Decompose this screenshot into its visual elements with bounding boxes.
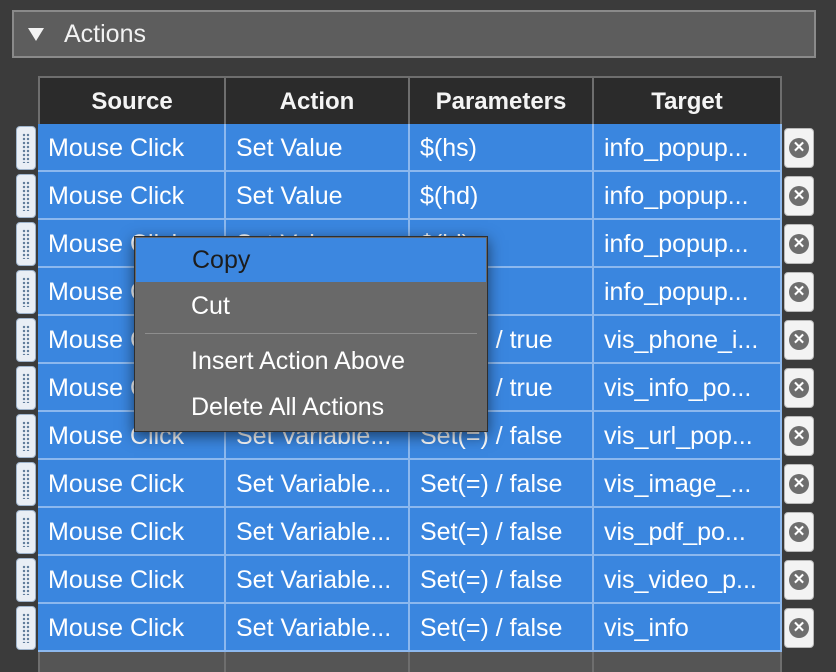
drag-handle-icon[interactable]: [16, 174, 36, 218]
actions-section-header[interactable]: Actions: [12, 10, 816, 58]
table-row[interactable]: Mouse Click Set Variable... Set(=) / false…: [16, 460, 814, 508]
empty-cell: [226, 652, 410, 672]
grip-dots: [22, 373, 30, 403]
action-cell[interactable]: Set Variable...: [226, 556, 410, 604]
drag-handle-icon[interactable]: [16, 558, 36, 602]
drag-handle-icon[interactable]: [16, 606, 36, 650]
target-cell[interactable]: vis_video_p...: [594, 556, 782, 604]
grip-dots: [22, 181, 30, 211]
source-cell[interactable]: Mouse Click: [38, 556, 226, 604]
drag-handle-icon[interactable]: [16, 366, 36, 410]
remove-circle-icon: ✕: [789, 618, 809, 638]
remove-row-button[interactable]: ✕: [784, 320, 814, 360]
drag-handle-icon[interactable]: [16, 270, 36, 314]
remove-row-button[interactable]: ✕: [784, 416, 814, 456]
grip-dots: [22, 565, 30, 595]
source-cell[interactable]: Mouse Click: [38, 172, 226, 220]
target-cell[interactable]: vis_phone_i...: [594, 316, 782, 364]
parameters-cell[interactable]: $(hd): [410, 172, 594, 220]
empty-cell: [410, 652, 594, 672]
grip-dots: [22, 325, 30, 355]
section-title: Actions: [64, 19, 146, 48]
remove-row-button[interactable]: ✕: [784, 128, 814, 168]
source-cell[interactable]: Mouse Click: [38, 460, 226, 508]
remove-circle-icon: ✕: [789, 570, 809, 590]
remove-circle-icon: ✕: [789, 474, 809, 494]
remove-row-button[interactable]: ✕: [784, 464, 814, 504]
empty-cell: [594, 652, 782, 672]
source-cell[interactable]: Mouse Click: [38, 604, 226, 652]
remove-circle-icon: ✕: [789, 138, 809, 158]
disclosure-triangle-icon[interactable]: [28, 27, 44, 41]
column-header-parameters[interactable]: Parameters: [410, 76, 594, 124]
menu-item-delete-all-actions[interactable]: Delete All Actions: [135, 384, 487, 430]
grip-dots: [22, 277, 30, 307]
remove-circle-icon: ✕: [789, 378, 809, 398]
action-cell[interactable]: Set Variable...: [226, 460, 410, 508]
column-header-target[interactable]: Target: [594, 76, 782, 124]
target-cell[interactable]: vis_image_...: [594, 460, 782, 508]
drag-handle-icon[interactable]: [16, 462, 36, 506]
parameters-cell[interactable]: Set(=) / false: [410, 508, 594, 556]
table-header: Source Action Parameters Target: [38, 76, 782, 124]
remove-row-button[interactable]: ✕: [784, 560, 814, 600]
remove-row-button[interactable]: ✕: [784, 272, 814, 312]
menu-item-insert-action-above[interactable]: Insert Action Above: [135, 338, 487, 384]
grip-dots: [22, 517, 30, 547]
target-cell[interactable]: vis_pdf_po...: [594, 508, 782, 556]
drag-handle-icon[interactable]: [16, 318, 36, 362]
target-cell[interactable]: info_popup...: [594, 124, 782, 172]
target-cell[interactable]: vis_url_pop...: [594, 412, 782, 460]
target-cell[interactable]: info_popup...: [594, 172, 782, 220]
remove-circle-icon: ✕: [789, 522, 809, 542]
remove-row-button[interactable]: ✕: [784, 176, 814, 216]
column-header-source[interactable]: Source: [38, 76, 226, 124]
action-cell[interactable]: Set Variable...: [226, 604, 410, 652]
grip-dots: [22, 133, 30, 163]
drag-handle-icon[interactable]: [16, 510, 36, 554]
column-header-action[interactable]: Action: [226, 76, 410, 124]
grip-dots: [22, 421, 30, 451]
remove-row-button[interactable]: ✕: [784, 224, 814, 264]
remove-circle-icon: ✕: [789, 426, 809, 446]
target-cell[interactable]: vis_info_po...: [594, 364, 782, 412]
remove-row-button[interactable]: ✕: [784, 368, 814, 408]
source-cell[interactable]: Mouse Click: [38, 124, 226, 172]
action-cell[interactable]: Set Value: [226, 124, 410, 172]
table-row[interactable]: Mouse Click Set Value $(hs) info_popup... ✕: [16, 124, 814, 172]
context-menu: Copy Cut Insert Action Above Delete All …: [134, 236, 488, 432]
grip-dots: [22, 229, 30, 259]
drag-handle-icon[interactable]: [16, 222, 36, 266]
grip-dots: [22, 613, 30, 643]
drag-handle-icon[interactable]: [16, 414, 36, 458]
table-row[interactable]: Mouse Click Set Variable... Set(=) / false…: [16, 556, 814, 604]
parameters-cell[interactable]: $(hs): [410, 124, 594, 172]
action-cell[interactable]: Set Value: [226, 172, 410, 220]
menu-item-cut[interactable]: Cut: [135, 283, 487, 329]
table-row[interactable]: Mouse Click Set Variable... Set(=) / false…: [16, 508, 814, 556]
remove-circle-icon: ✕: [789, 330, 809, 350]
table-row[interactable]: Mouse Click Set Variable... Set(=) / false…: [16, 604, 814, 652]
drag-handle-icon[interactable]: [16, 126, 36, 170]
remove-circle-icon: ✕: [789, 282, 809, 302]
menu-separator: [145, 333, 477, 334]
source-cell[interactable]: Mouse Click: [38, 508, 226, 556]
parameters-cell[interactable]: Set(=) / false: [410, 604, 594, 652]
parameters-cell[interactable]: Set(=) / false: [410, 556, 594, 604]
remove-row-button[interactable]: ✕: [784, 512, 814, 552]
target-cell[interactable]: info_popup...: [594, 220, 782, 268]
table-row[interactable]: Mouse Click Set Value $(hd) info_popup... ✕: [16, 172, 814, 220]
remove-circle-icon: ✕: [789, 234, 809, 254]
target-cell[interactable]: vis_info: [594, 604, 782, 652]
action-cell[interactable]: Set Variable...: [226, 508, 410, 556]
menu-item-copy[interactable]: Copy: [136, 238, 486, 282]
table-row-empty: [38, 652, 782, 672]
remove-row-button[interactable]: ✕: [784, 608, 814, 648]
target-cell[interactable]: info_popup...: [594, 268, 782, 316]
grip-dots: [22, 469, 30, 499]
empty-cell: [38, 652, 226, 672]
remove-circle-icon: ✕: [789, 186, 809, 206]
parameters-cell[interactable]: Set(=) / false: [410, 460, 594, 508]
